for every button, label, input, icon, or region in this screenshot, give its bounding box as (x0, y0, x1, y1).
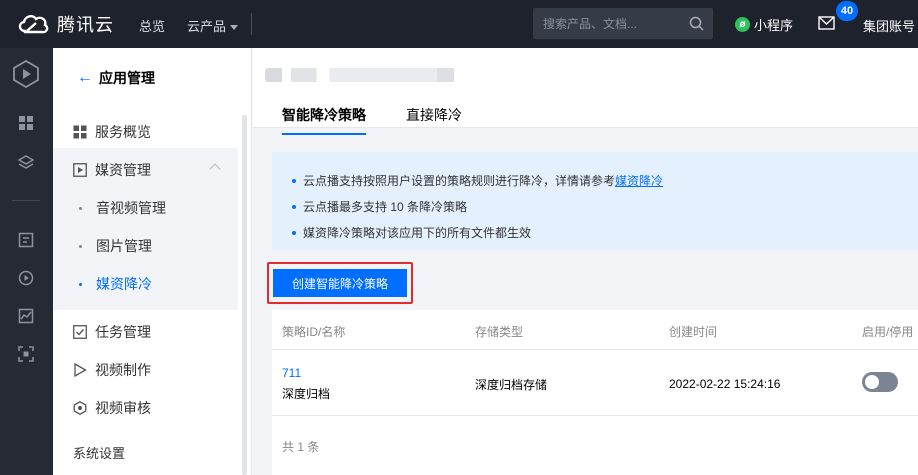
scan-frame-icon[interactable] (14, 342, 38, 366)
sidebar-item-service-overview[interactable]: 服务概览 (73, 122, 151, 142)
dashboard-grid-icon[interactable] (14, 111, 38, 135)
arrow-left-icon: ← (77, 69, 93, 86)
bullet-dot (79, 206, 82, 210)
notice-text: 媒资降冷策略对该应用下的所有文件都生效 (303, 226, 532, 240)
nav-overview[interactable]: 总览 (139, 16, 165, 35)
tencent-cloud-logo[interactable]: 腾讯云 (16, 11, 114, 37)
brand-name: 腾讯云 (57, 15, 114, 35)
rail-divider (12, 200, 40, 201)
grid-icon (73, 125, 87, 139)
media-cooling-doc-link[interactable]: 媒资降冷 (615, 172, 663, 189)
message-count-badge: 40 (836, 1, 858, 21)
play-triangle-icon (74, 363, 87, 377)
mini-program-icon: ø (735, 17, 750, 32)
layers-icon[interactable] (14, 150, 38, 174)
table-row: 711 深度归档 深度归档存储 2022-02-22 15:24:16 (272, 350, 918, 416)
mini-program-link[interactable]: ø 小程序 (735, 15, 793, 34)
sidebar-item-media-management[interactable]: 媒资管理 (73, 160, 151, 180)
play-square-icon (73, 163, 87, 177)
policy-table: 策略ID/名称 存储类型 创建时间 启用/停用 711 深度归档 深度归档存储 … (272, 310, 918, 475)
nav-products-label: 云产品 (187, 19, 227, 34)
check-square-icon (73, 325, 87, 339)
product-icon-rail (0, 48, 53, 475)
sidebar-subitem-av-management[interactable]: 音视频管理 (79, 198, 166, 218)
mail-icon[interactable] (818, 16, 835, 30)
nav-divider (251, 13, 252, 35)
sidebar-item-task-management[interactable]: 任务管理 (73, 322, 151, 342)
table-header: 策略ID/名称 存储类型 创建时间 启用/停用 (272, 310, 918, 350)
notice-line: 云点播最多支持 10 条降冷策略 (292, 198, 467, 215)
policy-name: 深度归档 (282, 387, 331, 401)
tab-smart-cooling-policy[interactable]: 智能降冷策略 (282, 105, 366, 135)
nav-products[interactable]: 云产品 (187, 16, 239, 35)
page-title-redacted (265, 68, 480, 82)
mini-program-label: 小程序 (754, 18, 794, 33)
back-to-app-management[interactable]: ← 应用管理 (77, 68, 155, 88)
cloud-logo-icon (18, 14, 49, 34)
sidebar-subitem-media-cooling[interactable]: 媒资降冷 (79, 274, 152, 294)
sidebar-scrollbar[interactable] (242, 115, 247, 475)
bullet-dot (292, 204, 296, 209)
top-navigation-bar: 腾讯云 总览 云产品 ø 小程序 40 集团账号 (0, 0, 918, 48)
notice-line: 媒资降冷策略对该应用下的所有文件都生效 (292, 224, 531, 241)
page-header: 智能降冷策略 直接降冷 (253, 48, 918, 135)
column-header-created-time: 创建时间 (669, 325, 718, 339)
column-header-storage-type: 存储类型 (475, 325, 524, 339)
toggle-knob (865, 375, 879, 389)
sidebar-item-label: 视频制作 (95, 362, 151, 378)
created-time-cell: 2022-02-22 15:24:16 (669, 377, 781, 391)
search-input[interactable] (543, 15, 683, 33)
bullet-dot (79, 282, 82, 286)
sidebar-section-system-settings[interactable]: 系统设置 (73, 443, 125, 462)
info-notice: 云点播支持按照用户设置的策略规则进行降冷，详情请参考 媒资降冷 云点播最多支持 … (272, 152, 918, 250)
create-smart-cooling-policy-button[interactable]: 创建智能降冷策略 (273, 269, 407, 297)
enable-toggle[interactable] (862, 372, 898, 392)
monitor-chart-icon[interactable] (14, 304, 38, 328)
storage-type-cell: 深度归档存储 (475, 378, 548, 392)
notice-text: 云点播支持按照用户设置的策略规则进行降冷，详情请参考 (303, 174, 616, 188)
bullet-dot (292, 178, 296, 183)
bullet-dot (79, 244, 82, 248)
total-count: 共 1 条 (282, 440, 320, 454)
search-box (533, 8, 713, 39)
vod-product-icon[interactable] (12, 60, 40, 88)
sidebar-item-label: 媒资管理 (95, 162, 151, 178)
column-header-policy-id: 策略ID/名称 (282, 325, 346, 339)
media-asset-icon[interactable] (14, 228, 38, 252)
tab-direct-cooling[interactable]: 直接降冷 (406, 105, 462, 133)
play-circle-icon[interactable] (14, 266, 38, 290)
main-content: 智能降冷策略 直接降冷 云点播支持按照用户设置的策略规则进行降冷，详情请参考 媒… (253, 48, 918, 475)
bullet-dot (292, 230, 296, 235)
sidebar-subitem-label: 媒资降冷 (96, 276, 152, 292)
sidebar-item-video-review[interactable]: 视频审核 (73, 398, 151, 418)
eye-check-icon (73, 401, 87, 415)
notice-text: 云点播最多支持 10 条降冷策略 (303, 200, 468, 214)
sidebar-item-label: 任务管理 (95, 324, 151, 340)
sidebar-item-label: 服务概览 (95, 124, 151, 140)
account-menu[interactable]: 集团账号 (863, 16, 915, 35)
sidebar-subitem-label: 音视频管理 (96, 200, 166, 216)
highlight-box: 创建智能降冷策略 (267, 262, 413, 304)
policy-id-link[interactable]: 711 (282, 366, 301, 380)
chevron-down-icon (230, 25, 239, 31)
sidebar-item-video-production[interactable]: 视频制作 (73, 360, 151, 380)
sidebar-subitem-image-management[interactable]: 图片管理 (79, 236, 152, 256)
search-icon[interactable] (689, 16, 704, 31)
notice-line: 云点播支持按照用户设置的策略规则进行降冷，详情请参考 媒资降冷 (292, 172, 663, 189)
app-management-sidebar: ← 应用管理 服务概览 媒资管理 音视频管理 图片管理 媒资降冷 任务管理 视频… (53, 48, 252, 475)
sidebar-item-label: 视频审核 (95, 400, 151, 416)
sidebar-subitem-label: 图片管理 (96, 238, 152, 254)
column-header-enable-toggle: 启用/停用 (862, 325, 914, 339)
sidebar-title: 应用管理 (99, 70, 155, 86)
